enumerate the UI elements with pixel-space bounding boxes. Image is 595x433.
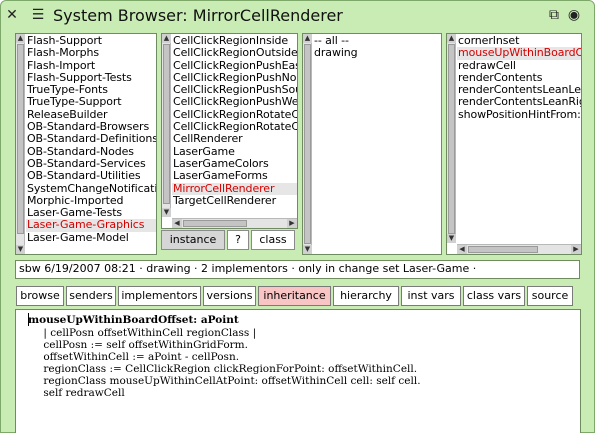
code-line: regionClass mouseUpWithinCellAtPoint: of…: [30, 375, 421, 387]
class-list-item[interactable]: CellClickRegionOutside: [172, 46, 297, 59]
package-list-item[interactable]: OB-Standard-Definitions: [26, 133, 156, 146]
scroll-up-icon[interactable]: ▲: [303, 34, 312, 43]
category-list: -- all -- drawing: [313, 35, 441, 254]
system-browser-window: ✕ ☰ System Browser: MirrorCellRenderer ⧉…: [0, 0, 595, 433]
window-menu-icon[interactable]: ☰: [31, 8, 45, 22]
class-list-item[interactable]: CellClickRegionPushWest: [172, 96, 297, 109]
title-bar[interactable]: ✕ ☰ System Browser: MirrorCellRenderer ⧉…: [1, 1, 594, 31]
class-list-pane[interactable]: ▲ ▼ CellClickRegionInside CellClickRegion…: [161, 33, 298, 229]
package-list-item[interactable]: TrueType-Support: [26, 96, 156, 109]
scroll-down-icon[interactable]: ▼: [447, 234, 456, 243]
class-list-item[interactable]: CellRenderer: [172, 133, 297, 146]
source-button[interactable]: source: [527, 286, 573, 306]
scrollbar-thumb[interactable]: [183, 220, 247, 227]
implementors-button[interactable]: implementors: [118, 286, 201, 306]
scroll-up-icon[interactable]: ▲: [16, 34, 25, 43]
method-list-item[interactable]: renderContentsLeanRight: [457, 96, 581, 109]
scroll-right-icon[interactable]: ▶: [571, 245, 581, 254]
collapse-icon[interactable]: ⧉: [547, 8, 561, 22]
method-list-item[interactable]: showPositionHintFrom:: [457, 108, 581, 121]
code-line: regionClass := CellClickRegion clickRegi…: [30, 363, 418, 375]
method-list-vertical-scrollbar[interactable]: ▲ ▼: [447, 34, 456, 243]
code-line: | cellPosn offsetWithinCell regionClass …: [30, 327, 257, 339]
code-line: self redrawCell: [30, 387, 125, 399]
method-list: cornerInsetmouseUpWithinBoardOffset:redr…: [457, 35, 581, 243]
method-list-item[interactable]: mouseUpWithinBoardOffset:: [457, 46, 581, 60]
code-line: cellPosn := self offsetWithinGridForm.: [30, 339, 248, 351]
scrollbar-thumb[interactable]: [468, 246, 538, 253]
senders-button[interactable]: senders: [66, 286, 116, 306]
package-list-item[interactable]: SystemChangeNotification: [26, 182, 156, 195]
code-editor[interactable]: mouseUpWithinBoardOffset: aPoint | cellP…: [15, 309, 581, 433]
class-list: CellClickRegionInside CellClickRegionOuts…: [172, 35, 297, 217]
scrollbar-thumb[interactable]: [304, 44, 311, 244]
method-list-horizontal-scrollbar[interactable]: ◀ ▶: [457, 244, 581, 254]
category-list-item[interactable]: drawing: [313, 46, 441, 59]
code-line: mouseUpWithinBoardOffset: aPoint: [28, 314, 239, 326]
inst-vars-button[interactable]: inst vars: [401, 286, 461, 306]
code-line: offsetWithinCell := aPoint - cellPosn.: [30, 351, 240, 363]
window-title: System Browser: MirrorCellRenderer: [53, 6, 343, 25]
package-list-item[interactable]: OB-Standard-Utilities: [26, 169, 156, 182]
inheritance-button[interactable]: inheritance: [258, 286, 331, 306]
browse-button[interactable]: browse: [16, 286, 64, 306]
scroll-up-icon[interactable]: ▲: [162, 34, 171, 43]
scroll-up-icon[interactable]: ▲: [447, 34, 456, 43]
method-list-pane[interactable]: ▲ ▼ cornerInsetmouseUpWithinBoardOffset:…: [446, 33, 582, 255]
package-list: Flash-Support Flash-Morphs Flash-Import Fla…: [26, 35, 156, 254]
help-switch[interactable]: ?: [227, 230, 249, 250]
scrollbar-thumb[interactable]: [163, 44, 170, 204]
class-list-item[interactable]: LaserGameForms: [172, 169, 297, 182]
scroll-left-icon[interactable]: ◀: [172, 219, 182, 228]
instance-switch[interactable]: instance: [161, 230, 225, 250]
close-icon[interactable]: ✕: [5, 8, 19, 22]
category-list-vertical-scrollbar[interactable]: ▲ ▼: [303, 34, 312, 254]
scroll-down-icon[interactable]: ▼: [16, 245, 25, 254]
class-list-horizontal-scrollbar[interactable]: ◀ ▶: [172, 218, 297, 228]
class-list-item[interactable]: MirrorCellRenderer: [172, 182, 297, 195]
scroll-left-icon[interactable]: ◀: [457, 245, 467, 254]
class-list-vertical-scrollbar[interactable]: ▲ ▼: [162, 34, 171, 217]
scroll-right-icon[interactable]: ▶: [287, 219, 297, 228]
class-list-item[interactable]: TargetCellRenderer: [172, 194, 297, 207]
package-list-item[interactable]: Laser-Game-Graphics: [26, 219, 156, 232]
expand-icon[interactable]: ◉: [567, 8, 581, 22]
scroll-down-icon[interactable]: ▼: [162, 208, 171, 217]
method-info-bar: sbw 6/19/2007 08:21 · drawing · 2 implem…: [15, 260, 580, 279]
scrollbar-thumb[interactable]: [448, 44, 455, 234]
category-list-pane[interactable]: ▲ ▼ -- all -- drawing: [302, 33, 442, 255]
versions-button[interactable]: versions: [203, 286, 256, 306]
hierarchy-button[interactable]: hierarchy: [333, 286, 399, 306]
package-list-item[interactable]: Flash-Morphs: [26, 46, 156, 59]
package-list-item[interactable]: Laser-Game-Model: [26, 231, 156, 244]
scrollbar-thumb[interactable]: [17, 44, 24, 234]
package-list-vertical-scrollbar[interactable]: ▲ ▼: [16, 34, 25, 254]
class-vars-button[interactable]: class vars: [463, 286, 525, 306]
package-list-pane[interactable]: ▲ ▼ Flash-Support Flash-Morphs Flash-Impor…: [15, 33, 157, 255]
class-switch[interactable]: class: [251, 230, 295, 250]
scroll-down-icon[interactable]: ▼: [303, 245, 312, 254]
